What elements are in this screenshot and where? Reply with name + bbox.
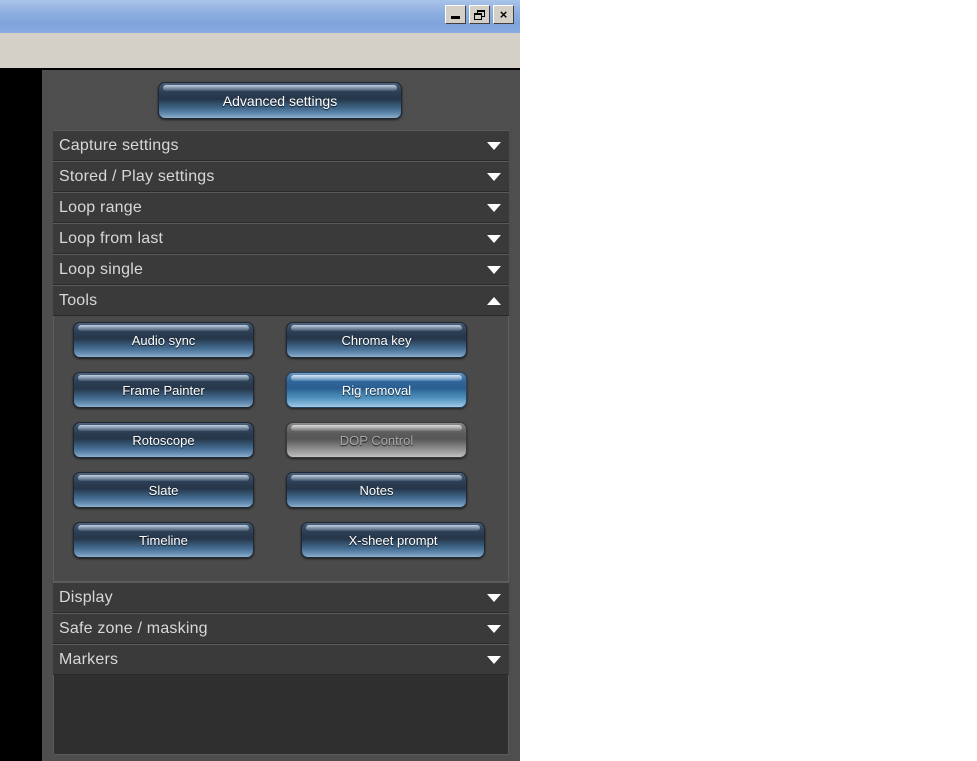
section-label: Safe zone / masking <box>59 619 208 637</box>
section-label: Loop single <box>59 260 144 278</box>
chevron-down-icon[interactable] <box>487 265 501 274</box>
section-label: Stored / Play settings <box>59 167 215 185</box>
tool-button-timeline[interactable]: Timeline <box>73 522 254 558</box>
tool-button-notes[interactable]: Notes <box>286 472 467 508</box>
restore-icon <box>470 6 489 23</box>
chevron-down-icon[interactable] <box>487 203 501 212</box>
tool-button-label: Slate <box>148 482 179 498</box>
tool-button-label: X-sheet prompt <box>348 532 438 548</box>
section-header-tools[interactable]: Tools <box>53 285 509 316</box>
chevron-down-icon[interactable] <box>487 172 501 181</box>
close-icon: × <box>499 7 508 22</box>
tool-button-rig-removal[interactable]: Rig removal <box>286 372 467 408</box>
section-header-loop-from-last[interactable]: Loop from last <box>53 223 509 254</box>
tool-button-label: Rotoscope <box>132 432 195 448</box>
restore-button[interactable] <box>469 5 490 24</box>
minimize-icon <box>446 6 465 23</box>
advanced-settings-button[interactable]: Advanced settings <box>158 82 402 119</box>
section-label: Loop range <box>59 198 142 216</box>
tool-button-dop-control: DOP Control <box>286 422 467 458</box>
chevron-down-icon[interactable] <box>487 593 501 602</box>
section-label: Capture settings <box>59 136 179 154</box>
tool-button-label: Notes <box>359 482 394 498</box>
tool-button-label: Frame Painter <box>122 382 205 398</box>
section-label: Markers <box>59 650 119 668</box>
section-header-display[interactable]: Display <box>53 582 509 613</box>
chevron-down-icon[interactable] <box>487 234 501 243</box>
tool-button-slate[interactable]: Slate <box>73 472 254 508</box>
tool-button-chroma-key[interactable]: Chroma key <box>286 322 467 358</box>
tool-button-label: Chroma key <box>341 332 412 348</box>
tool-button-audio-sync[interactable]: Audio sync <box>73 322 254 358</box>
section-header-stored-play[interactable]: Stored / Play settings <box>53 161 509 192</box>
window-controls: × <box>445 5 514 24</box>
application-window: × Advanced settings Capture settings Stor… <box>0 0 520 761</box>
section-header-markers[interactable]: Markers <box>53 644 509 675</box>
tool-button-rotoscope[interactable]: Rotoscope <box>73 422 254 458</box>
section-header-loop-range[interactable]: Loop range <box>53 192 509 223</box>
section-header-capture-settings[interactable]: Capture settings <box>53 130 509 161</box>
section-header-safe-zone-masking[interactable]: Safe zone / masking <box>53 613 509 644</box>
chevron-up-icon[interactable] <box>487 296 501 305</box>
toolbar-strip <box>0 33 520 69</box>
chevron-down-icon[interactable] <box>487 655 501 664</box>
section-label: Display <box>59 588 113 606</box>
tool-button-label: DOP Control <box>339 432 414 448</box>
advanced-settings-row: Advanced settings <box>42 70 520 130</box>
section-header-loop-single[interactable]: Loop single <box>53 254 509 285</box>
chevron-down-icon[interactable] <box>487 624 501 633</box>
minimize-button[interactable] <box>445 5 466 24</box>
tool-button-label: Timeline <box>139 532 188 548</box>
accordion-sections: Capture settings Stored / Play settings Lo… <box>42 130 520 755</box>
tool-button-x-sheet-prompt[interactable]: X-sheet prompt <box>301 522 485 558</box>
section-label: Tools <box>59 291 98 309</box>
markers-content-area <box>53 675 509 755</box>
tool-button-frame-painter[interactable]: Frame Painter <box>73 372 254 408</box>
title-bar: × <box>0 0 520 33</box>
tools-panel: Audio sync Chroma key Frame Painter Rig rem… <box>53 316 509 582</box>
tool-button-label: Rig removal <box>341 382 412 398</box>
settings-panel: Advanced settings Capture settings Stored… <box>42 70 520 761</box>
close-button[interactable]: × <box>493 5 514 24</box>
tool-button-label: Audio sync <box>131 332 196 348</box>
chevron-down-icon[interactable] <box>487 141 501 150</box>
section-label: Loop from last <box>59 229 164 247</box>
